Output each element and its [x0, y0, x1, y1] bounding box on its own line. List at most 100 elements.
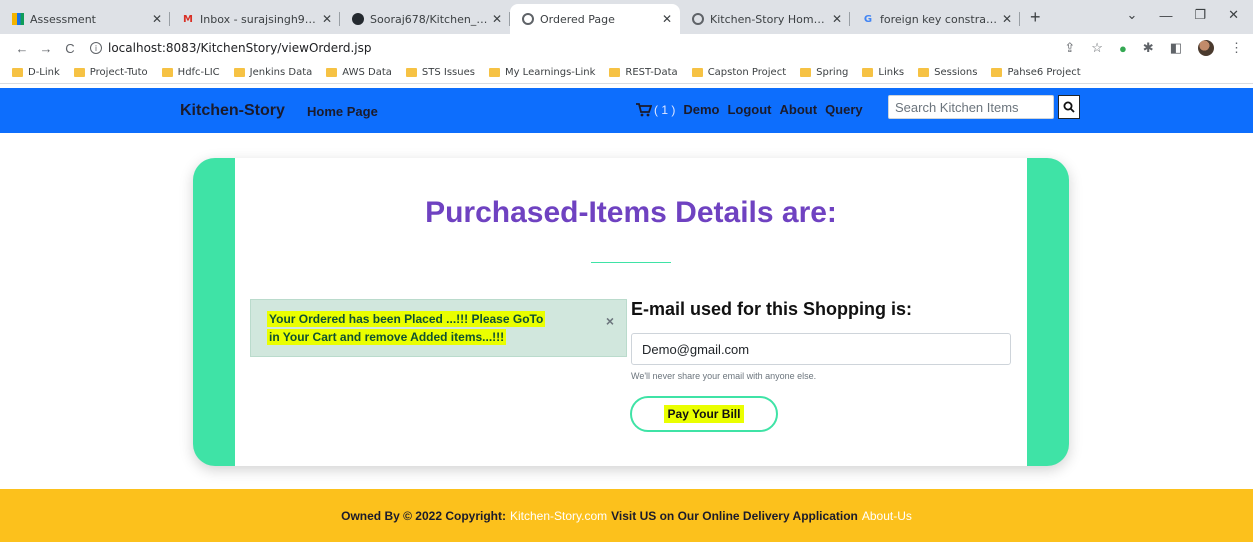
pay-bill-label: Pay Your Bill: [663, 405, 745, 423]
tab-title: Assessment: [30, 12, 96, 26]
nav-link-demo[interactable]: Demo: [683, 102, 719, 117]
alert-line-1: Your Ordered has been Placed ...!!! Plea…: [267, 311, 546, 327]
tab-title: Ordered Page: [540, 12, 615, 26]
bookmark-item[interactable]: Pahse6 Project: [991, 67, 1081, 78]
extension-icon[interactable]: ●: [1119, 41, 1127, 56]
close-icon[interactable]: ✕: [662, 12, 672, 26]
globe-icon: [522, 13, 534, 25]
assessment-favicon: [12, 13, 24, 25]
tab-google-search[interactable]: G foreign key constraint in sq ✕: [850, 4, 1020, 34]
folder-icon: [691, 68, 703, 77]
google-icon: G: [863, 13, 873, 25]
folder-icon: [862, 68, 874, 77]
site-footer: Owned By © 2022 Copyright: Kitchen-Story…: [0, 489, 1253, 542]
close-icon[interactable]: ×: [606, 312, 614, 330]
footer-visit-text: Visit US on Our Online Delivery Applicat…: [611, 508, 858, 523]
tab-title: Inbox - surajsingh9090@gm: [200, 12, 318, 26]
bookmark-item[interactable]: Capston Project: [691, 67, 786, 78]
bookmark-item[interactable]: Sessions: [918, 67, 977, 78]
email-section-title: E-mail used for this Shopping is:: [631, 299, 913, 319]
address-bar[interactable]: i localhost:8083/KitchenStory/viewOrderd…: [90, 41, 372, 55]
folder-icon: [800, 68, 812, 77]
alert-message: Your Ordered has been Placed ...!!! Plea…: [267, 310, 577, 346]
tab-assessment[interactable]: Assessment ✕: [0, 4, 170, 34]
info-icon[interactable]: i: [90, 42, 102, 54]
globe-icon: [692, 13, 704, 25]
nav-links: ( 1 ) Demo Logout About Query: [636, 102, 863, 117]
tab-github[interactable]: Sooraj678/Kitchen_Story: P ✕: [340, 4, 510, 34]
bookmark-item[interactable]: Spring: [800, 67, 848, 78]
bookmark-item[interactable]: My Learnings-Link: [488, 67, 595, 78]
folder-icon: [991, 68, 1003, 77]
url-text: localhost:8083/KitchenStory/viewOrderd.j…: [108, 41, 372, 55]
share-icon[interactable]: ⇪: [1064, 40, 1075, 56]
folder-icon: [326, 68, 338, 77]
cart-icon: [636, 102, 652, 116]
close-icon[interactable]: ✕: [492, 12, 502, 26]
order-card-body: Purchased-Items Details are: Your Ordere…: [235, 158, 1027, 466]
reload-icon[interactable]: C: [58, 41, 82, 56]
nav-link-logout[interactable]: Logout: [727, 102, 771, 117]
folder-icon: [488, 68, 500, 77]
tab-kitchen-home[interactable]: Kitchen-Story Home-Page ✕: [680, 4, 850, 34]
star-icon[interactable]: ☆: [1091, 40, 1103, 56]
bookmark-item[interactable]: D-Link: [12, 67, 60, 78]
bookmark-item[interactable]: STS Issues: [405, 67, 475, 78]
folder-icon: [609, 68, 621, 77]
footer-site-link[interactable]: Kitchen-Story.com: [510, 509, 607, 523]
tab-title: foreign key constraint in sq: [880, 12, 998, 26]
search-input[interactable]: [888, 95, 1054, 119]
github-icon: [352, 13, 364, 25]
toolbar-actions: ⇪ ☆ ● ✱ ◧ ⋮: [1064, 40, 1243, 56]
bookmark-item[interactable]: Links: [862, 67, 904, 78]
bookmark-item[interactable]: REST-Data: [609, 67, 678, 78]
site-navbar: Kitchen-Story Home Page ( 1 ) Demo Logou…: [0, 88, 1253, 133]
footer-copyright: Owned By © 2022 Copyright:: [341, 508, 506, 523]
close-icon[interactable]: ✕: [832, 12, 842, 26]
footer-about-link[interactable]: About-Us: [862, 509, 912, 523]
tab-ordered-page[interactable]: Ordered Page ✕: [510, 4, 680, 34]
cart-link[interactable]: ( 1 ): [636, 103, 675, 117]
puzzle-icon[interactable]: ✱: [1143, 40, 1154, 56]
gmail-icon: M: [183, 13, 193, 25]
close-icon[interactable]: ✕: [322, 12, 332, 26]
forward-arrow-icon[interactable]: →: [34, 41, 58, 56]
folder-icon: [405, 68, 417, 77]
brand-logo-link[interactable]: Kitchen-Story: [180, 102, 285, 120]
nav-link-about[interactable]: About: [780, 102, 818, 117]
bookmark-item[interactable]: Jenkins Data: [233, 67, 312, 78]
close-window-icon[interactable]: ✕: [1228, 7, 1239, 23]
restore-icon[interactable]: ❐: [1194, 7, 1206, 23]
home-page-link[interactable]: Home Page: [307, 104, 378, 119]
chevron-down-icon[interactable]: ⌄: [1127, 7, 1138, 23]
bookmark-item[interactable]: Project-Tuto: [73, 67, 148, 78]
folder-icon: [161, 68, 173, 77]
folder-icon: [918, 68, 930, 77]
window-controls: ⌄ — ❐ ✕: [1127, 0, 1253, 30]
folder-icon: [73, 68, 85, 77]
avatar[interactable]: [1198, 40, 1214, 56]
pay-bill-button[interactable]: Pay Your Bill: [630, 396, 778, 432]
email-field[interactable]: [631, 333, 1011, 365]
side-panel-icon[interactable]: ◧: [1170, 40, 1182, 56]
folder-icon: [12, 68, 23, 77]
close-icon[interactable]: ✕: [152, 12, 162, 26]
order-success-alert: Your Ordered has been Placed ...!!! Plea…: [250, 299, 627, 357]
back-arrow-icon[interactable]: ←: [10, 41, 34, 56]
page-title: Purchased-Items Details are:: [425, 196, 837, 229]
minimize-icon[interactable]: —: [1159, 8, 1172, 23]
order-card: Purchased-Items Details are: Your Ordere…: [193, 158, 1069, 466]
bookmark-item[interactable]: Hdfc-LIC: [161, 67, 220, 78]
bookmark-item[interactable]: AWS Data: [326, 67, 392, 78]
tab-title: Kitchen-Story Home-Page: [710, 12, 828, 26]
tab-gmail-inbox[interactable]: M Inbox - surajsingh9090@gm ✕: [170, 4, 340, 34]
nav-link-query[interactable]: Query: [825, 102, 863, 117]
title-divider: [591, 262, 671, 263]
folder-icon: [233, 68, 245, 77]
new-tab-button[interactable]: +: [1030, 7, 1041, 28]
search-icon: [1063, 101, 1075, 113]
close-icon[interactable]: ✕: [1002, 12, 1012, 26]
menu-icon[interactable]: ⋮: [1230, 40, 1243, 56]
browser-toolbar: ← → C i localhost:8083/KitchenStory/view…: [0, 34, 1253, 62]
search-button[interactable]: [1058, 95, 1080, 119]
